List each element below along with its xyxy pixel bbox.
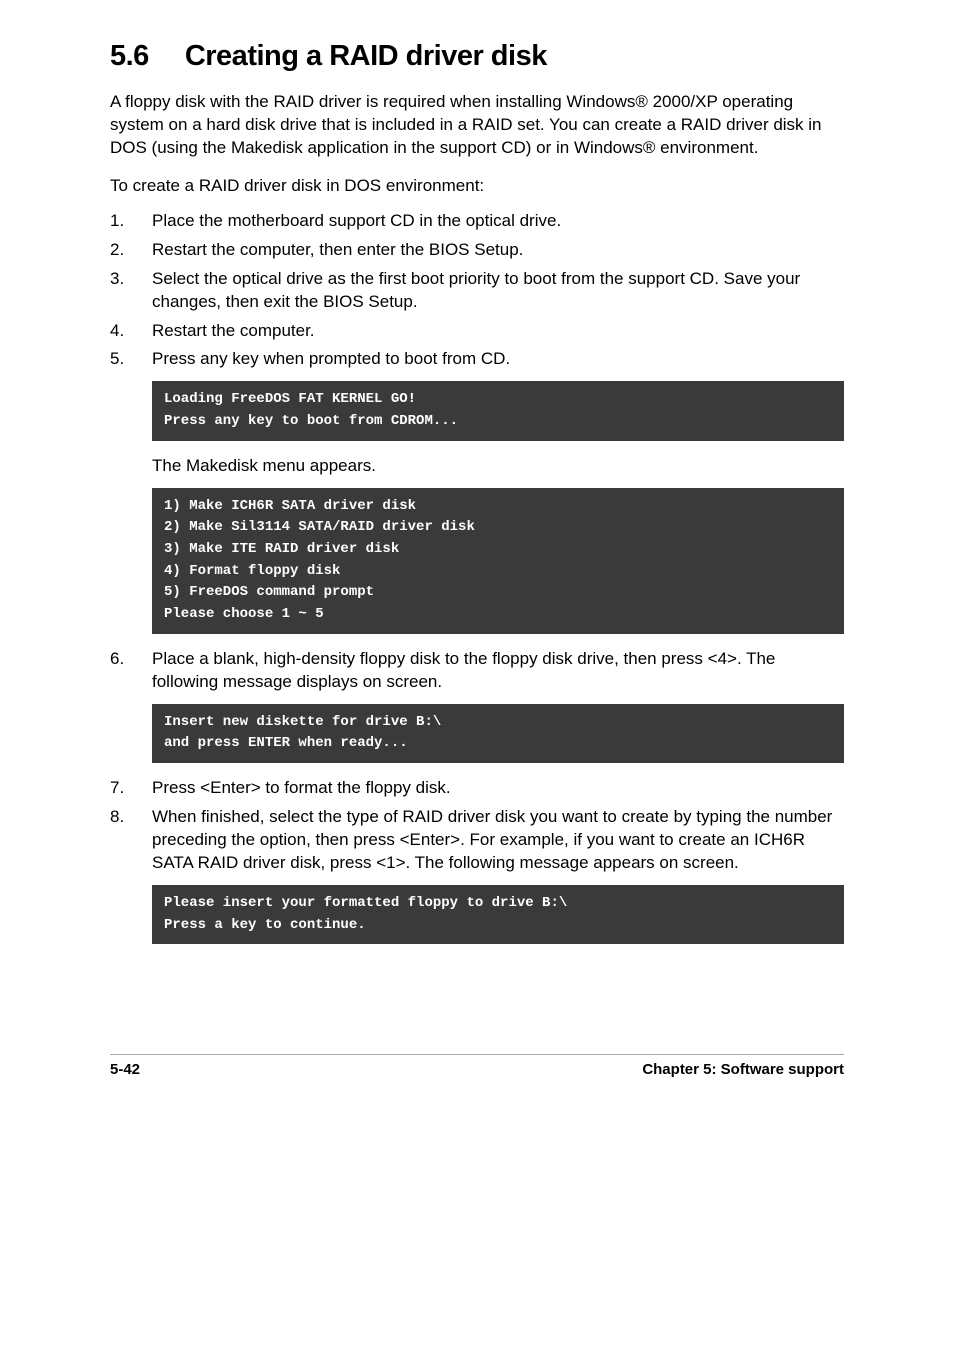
after-terminal-text: The Makedisk menu appears. [152, 455, 844, 478]
step-number: 4. [110, 320, 152, 343]
procedure-intro: To create a RAID driver disk in DOS envi… [110, 175, 844, 198]
step-number: 1. [110, 210, 152, 233]
steps-list-2: 6.Place a blank, high-density floppy dis… [110, 648, 844, 694]
step-text: Restart the computer. [152, 320, 844, 343]
page-footer: 5-42 Chapter 5: Software support [110, 1054, 844, 1078]
steps-list-1: 1.Place the motherboard support CD in th… [110, 210, 844, 372]
step-item: 4.Restart the computer. [110, 320, 844, 343]
step-number: 6. [110, 648, 152, 694]
section-heading: 5.6 Creating a RAID driver disk [110, 40, 844, 73]
page-number: 5-42 [110, 1061, 140, 1078]
steps-list-3: 7.Press <Enter> to format the floppy dis… [110, 777, 844, 875]
chapter-label: Chapter 5: Software support [642, 1061, 844, 1078]
section-number: 5.6 [110, 40, 149, 72]
step-number: 5. [110, 348, 152, 371]
step-item: 3.Select the optical drive as the first … [110, 268, 844, 314]
intro-paragraph: A floppy disk with the RAID driver is re… [110, 91, 844, 160]
step-text: Place the motherboard support CD in the … [152, 210, 844, 233]
step-item: 6.Place a blank, high-density floppy dis… [110, 648, 844, 694]
step-text: Select the optical drive as the first bo… [152, 268, 844, 314]
terminal-output-4: Please insert your formatted floppy to d… [152, 885, 844, 944]
step-text: Press any key when prompted to boot from… [152, 348, 844, 371]
terminal-output-2: 1) Make ICH6R SATA driver disk 2) Make S… [152, 488, 844, 634]
step-text: Restart the computer, then enter the BIO… [152, 239, 844, 262]
section-title: Creating a RAID driver disk [185, 40, 547, 72]
step-text: Place a blank, high-density floppy disk … [152, 648, 844, 694]
step-number: 3. [110, 268, 152, 314]
step-item: 2.Restart the computer, then enter the B… [110, 239, 844, 262]
step-number: 2. [110, 239, 152, 262]
terminal-output-1: Loading FreeDOS FAT KERNEL GO! Press any… [152, 381, 844, 440]
step-item: 1.Place the motherboard support CD in th… [110, 210, 844, 233]
step-item: 8.When finished, select the type of RAID… [110, 806, 844, 875]
step-item: 5.Press any key when prompted to boot fr… [110, 348, 844, 371]
step-item: 7.Press <Enter> to format the floppy dis… [110, 777, 844, 800]
step-number: 7. [110, 777, 152, 800]
step-text: When finished, select the type of RAID d… [152, 806, 844, 875]
step-text: Press <Enter> to format the floppy disk. [152, 777, 844, 800]
step-number: 8. [110, 806, 152, 875]
terminal-output-3: Insert new diskette for drive B:\ and pr… [152, 704, 844, 763]
